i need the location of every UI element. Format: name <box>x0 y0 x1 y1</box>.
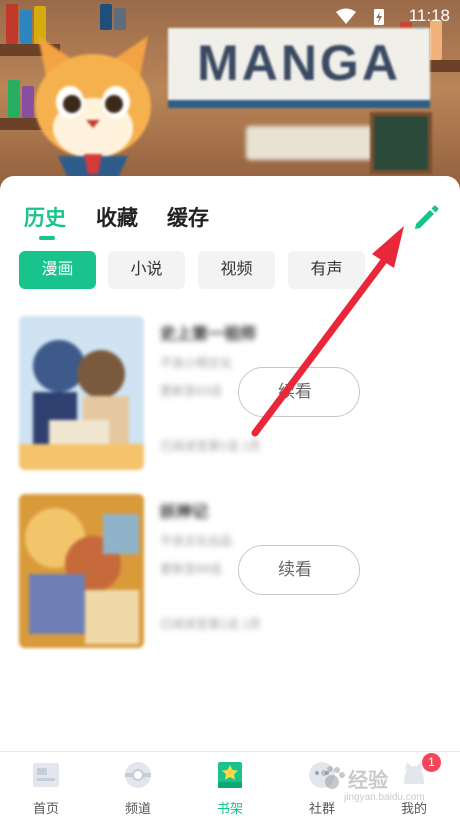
status-bar: 11:18 <box>0 0 460 34</box>
chalkboard-image <box>370 112 432 174</box>
nav-bookshelf-label: 书架 <box>216 801 243 816</box>
continue-reading-button[interactable]: 续看 <box>238 545 360 595</box>
comic-cover-image <box>19 316 144 470</box>
reading-progress: 已阅读至第1话 1页 <box>160 439 261 453</box>
banner-title: MANGA <box>197 35 401 91</box>
nav-community[interactable]: 社群 <box>276 752 368 819</box>
top-banner[interactable]: MANGA 11:18 <box>0 0 460 200</box>
bookshelf-icon <box>218 762 242 788</box>
comic-update-status: 更新至99话 <box>160 562 222 576</box>
nav-community-label: 社群 <box>308 801 335 816</box>
channel-icon <box>125 762 151 788</box>
comic-title: 妖神记 <box>160 504 209 521</box>
manga-sign: MANGA <box>168 28 430 108</box>
wifi-icon <box>336 8 356 24</box>
chip-manga[interactable]: 漫画 <box>19 251 96 289</box>
comic-cover-image <box>19 494 144 648</box>
tab-active-indicator <box>39 236 55 240</box>
comic-title: 史上第一祖师 <box>160 326 257 343</box>
comic-author: 不良文化出品 <box>160 534 233 548</box>
notification-badge: 1 <box>422 753 441 772</box>
nav-profile[interactable]: 1 我的 <box>368 752 460 819</box>
nav-bookshelf[interactable]: 书架 <box>184 752 276 819</box>
community-icon <box>309 762 335 788</box>
status-icons <box>336 8 384 25</box>
bookshelf-panel: 历史 收藏 缓存 漫画 小说 视频 有声 史上第一祖师 不良小明文化 更新至63… <box>0 176 460 752</box>
bottom-navigation: 首页 频道 书架 社群 1 我的 <box>0 751 460 819</box>
chip-video[interactable]: 视频 <box>198 251 275 289</box>
tab-history[interactable]: 历史 <box>24 202 66 232</box>
nav-channel[interactable]: 频道 <box>92 752 184 819</box>
cat-mascot-image <box>35 36 151 178</box>
comic-author: 不良小明文化 <box>160 356 233 370</box>
nav-home[interactable]: 首页 <box>0 752 92 819</box>
reading-progress: 已阅读至第1话 1页 <box>160 617 261 631</box>
pencil-icon[interactable] <box>408 200 442 234</box>
home-icon <box>33 763 59 787</box>
banner-cta-button[interactable] <box>246 126 386 160</box>
history-item[interactable]: 史上第一祖师 不良小明文化 更新至63话 已阅读至第1话 1页 续看 <box>0 316 460 476</box>
tab-cache[interactable]: 缓存 <box>167 202 209 232</box>
nav-channel-label: 频道 <box>124 801 151 816</box>
comic-update-status: 更新至63话 <box>160 384 222 398</box>
chip-novel[interactable]: 小说 <box>108 251 185 289</box>
continue-reading-button[interactable]: 续看 <box>238 367 360 417</box>
chip-audio[interactable]: 有声 <box>288 251 365 289</box>
nav-home-label: 首页 <box>32 801 59 816</box>
nav-profile-label: 我的 <box>400 801 427 816</box>
history-item[interactable]: 妖神记 不良文化出品 更新至99话 已阅读至第1话 1页 续看 <box>0 494 460 654</box>
status-time: 11:18 <box>408 6 450 25</box>
tab-favorites[interactable]: 收藏 <box>96 202 138 232</box>
